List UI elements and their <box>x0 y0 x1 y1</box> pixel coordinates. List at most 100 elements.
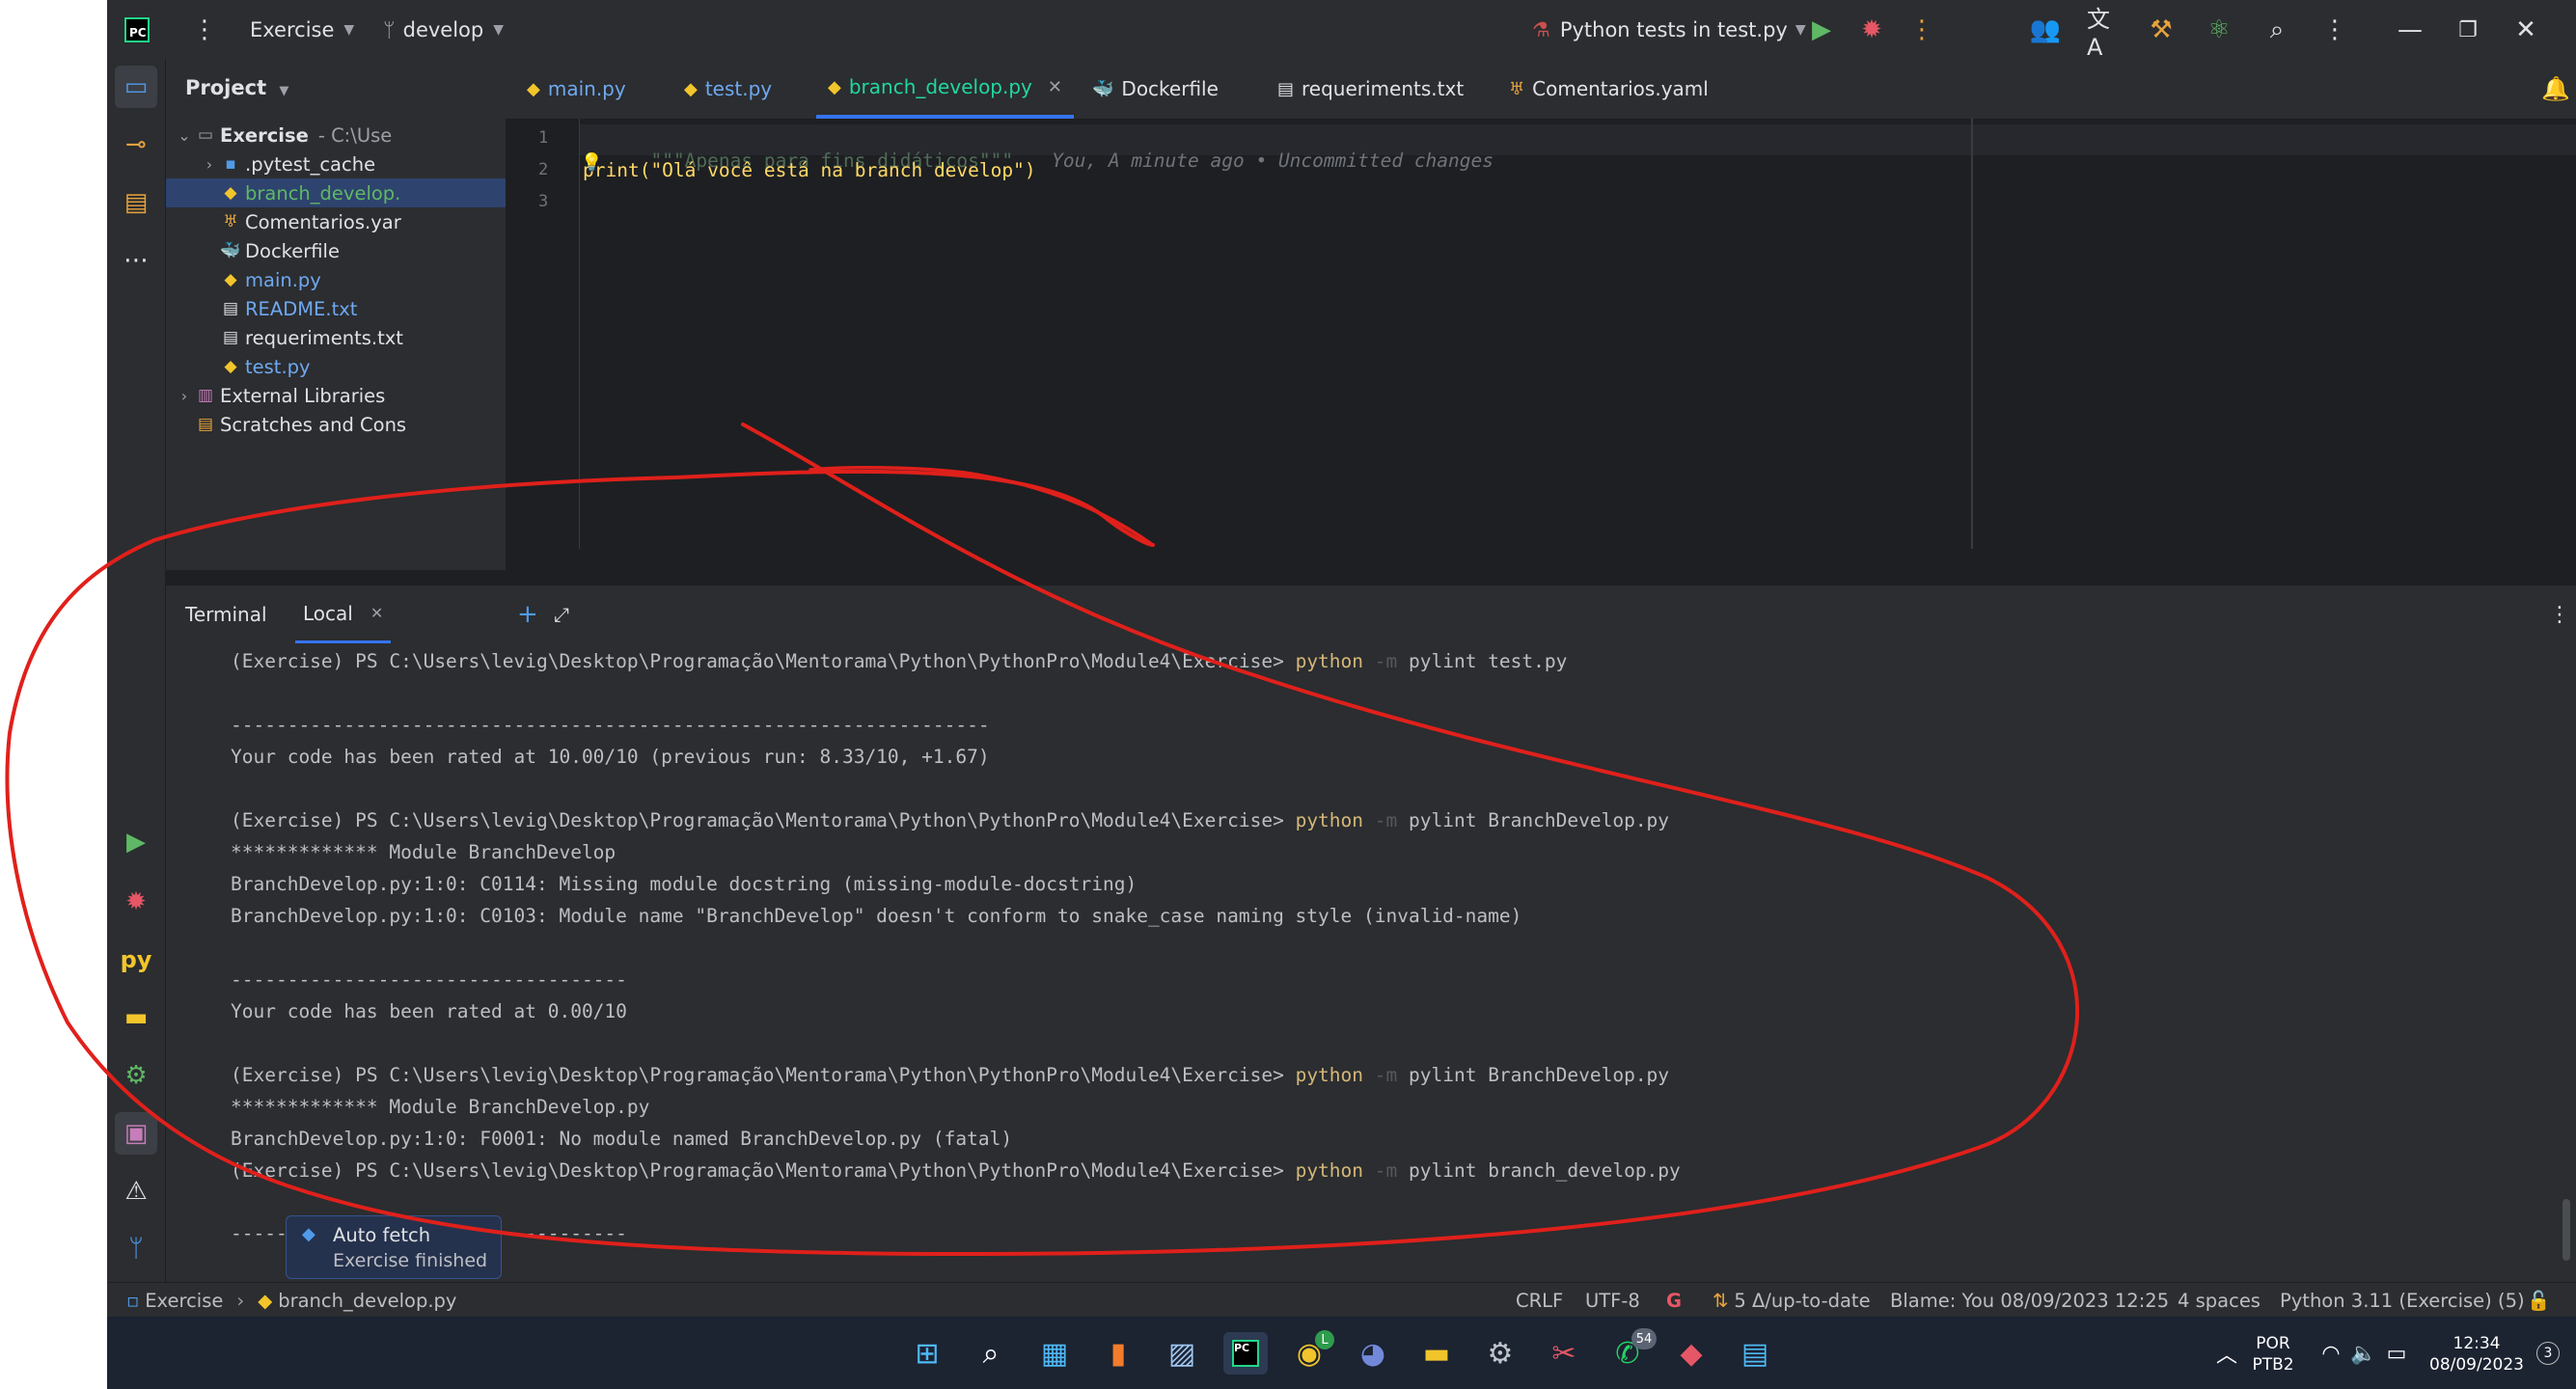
tree-item-dockerfile[interactable]: 🐳 Dockerfile <box>166 236 506 265</box>
terminal-tab-local[interactable]: Local ✕ <box>295 586 392 643</box>
battery-icon[interactable]: ▭ <box>2374 1332 2419 1375</box>
tree-item-scratches[interactable]: ▤ Scratches and Cons <box>166 410 506 439</box>
build-tools-icon[interactable]: ⚒ <box>2145 14 2178 46</box>
python-packages-icon[interactable]: ▬ <box>115 996 157 1039</box>
translate-icon[interactable]: 文A <box>2087 6 2120 61</box>
prompt: (Exercise) PS C:\Users\levig\Desktop\Pro… <box>231 650 1284 672</box>
clock-time: 12:34 <box>2453 1334 2501 1353</box>
file-explorer-icon[interactable]: ▬ <box>1414 1332 1459 1375</box>
branch-switcher[interactable]: ᛘ develop ▼ <box>383 0 504 59</box>
snipping-tool-icon[interactable]: ✂ <box>1542 1332 1586 1375</box>
store-icon[interactable]: ▦ <box>1032 1332 1077 1375</box>
project-panel: Project ▼ ⌄ ▭ Exercise - C:\Use › ▪ .pyt… <box>166 59 506 570</box>
debug-tool-icon[interactable]: ✹ <box>115 881 157 923</box>
main-menu-icon[interactable]: ⋮ <box>192 0 217 59</box>
git-client-icon[interactable]: ◆ <box>1669 1332 1713 1375</box>
chevron-right-icon: › <box>236 1289 245 1312</box>
terminal-tool-icon[interactable]: ▣ <box>115 1112 157 1155</box>
text-file-icon: ▤ <box>1277 78 1295 99</box>
terminal-line: (Exercise) PS C:\Users\levig\Desktop\Pro… <box>231 650 1567 672</box>
project-panel-header[interactable]: Project ▼ <box>185 76 288 99</box>
python-console-icon[interactable]: py <box>115 939 157 981</box>
discord-icon[interactable]: ◕ <box>1351 1332 1395 1375</box>
close-tab-icon[interactable]: ✕ <box>370 604 383 622</box>
run-config-selector[interactable]: ⚗ Python tests in test.py ▼ <box>1532 0 1806 59</box>
windows-start-icon[interactable]: ⊞ <box>905 1332 949 1375</box>
breadcrumb[interactable]: ▫ Exercise › ◆ branch_develop.py <box>126 1283 456 1318</box>
minimize-icon[interactable]: — <box>2394 14 2426 46</box>
python-file-icon: ◆ <box>828 76 841 97</box>
tree-item-readme[interactable]: ▤ README.txt <box>166 294 506 323</box>
tree-item-exercise[interactable]: ⌄ ▭ Exercise - C:\Use <box>166 121 506 150</box>
pycharm-logo-icon: PC <box>124 17 150 42</box>
auto-fetch-notification[interactable]: ◆ Auto fetch Exercise finished <box>286 1215 502 1279</box>
chevron-down-icon: ▼ <box>493 21 505 38</box>
structure-tool-icon[interactable]: ▤ <box>115 181 157 224</box>
services-icon[interactable]: ⚙ <box>115 1054 157 1097</box>
search-icon[interactable]: ⌕ <box>2261 14 2293 46</box>
google-icon[interactable]: G <box>1666 1283 1682 1318</box>
terminal-line: BranchDevelop.py:1:0: C0114: Missing mod… <box>231 873 1137 895</box>
run-config-name: Python tests in test.py <box>1559 17 1788 41</box>
terminal-scrollbar[interactable] <box>2562 1199 2570 1261</box>
tree-item-comentarios[interactable]: ♅ Comentarios.yar <box>166 207 506 236</box>
vcs-widget[interactable]: ⇅ 5 Δ/up-to-date <box>1713 1283 1871 1318</box>
tree-item-branch-develop[interactable]: ◆ branch_develop. <box>166 178 506 207</box>
encoding-widget[interactable]: UTF-8 <box>1585 1283 1640 1318</box>
notifications-bell-icon[interactable]: 🔔 <box>2538 68 2573 110</box>
more-actions-icon[interactable]: ⋮ <box>1905 14 1938 46</box>
tab-requeriments[interactable]: ▤ requeriments.txt <box>1277 59 1464 119</box>
notification-center-badge[interactable]: 3 <box>2536 1342 2560 1365</box>
tree-item-external-libraries[interactable]: › ▥ External Libraries <box>166 381 506 410</box>
more-tools-icon[interactable]: ⋯ <box>115 239 157 282</box>
lock-icon[interactable]: 🔓 <box>2527 1283 2550 1318</box>
problems-tool-icon[interactable]: ⚠ <box>115 1170 157 1212</box>
branch-name: develop <box>402 17 484 41</box>
blame-widget[interactable]: Blame: You 08/09/2023 12:25 <box>1890 1283 2169 1318</box>
terminal-output[interactable]: (Exercise) PS C:\Users\levig\Desktop\Pro… <box>166 643 2576 1282</box>
clock[interactable]: 12:34 08/09/2023 <box>2419 1333 2535 1375</box>
indent-widget[interactable]: 4 spaces <box>2178 1283 2261 1318</box>
ai-assistant-icon[interactable]: ⚛ <box>2203 14 2235 46</box>
add-terminal-icon[interactable]: + <box>517 586 538 643</box>
code-with-me-icon[interactable]: 👥 <box>2029 14 2062 46</box>
tree-item-requeriments[interactable]: ▤ requeriments.txt <box>166 323 506 352</box>
git-tool-icon[interactable]: ᛘ <box>115 1228 157 1270</box>
tree-item-pytest-cache[interactable]: › ▪ .pytest_cache <box>166 150 506 178</box>
keyboard-layout[interactable]: POR PTB2 <box>2239 1333 2307 1375</box>
search-icon[interactable]: ⌕ <box>969 1332 1013 1375</box>
tab-dockerfile[interactable]: 🐳 Dockerfile <box>1092 59 1219 119</box>
tab-main-py[interactable]: ◆ main.py <box>527 59 626 119</box>
editor-tab-bar: ◆ main.py ◆ test.py ◆ branch_develop.py … <box>506 59 2576 120</box>
line-separator-widget[interactable]: CRLF <box>1516 1283 1563 1318</box>
tab-branch-develop-py[interactable]: ◆ branch_develop.py ✕ <box>816 59 1074 119</box>
debug-icon[interactable]: ✹ <box>1855 14 1888 46</box>
intention-bulb-icon[interactable]: 💡 <box>581 152 602 173</box>
tree-item-test-py[interactable]: ◆ test.py <box>166 352 506 381</box>
run-tool-icon[interactable]: ▶ <box>115 821 157 863</box>
close-icon[interactable]: ✕ <box>2509 14 2542 46</box>
settings-update-icon[interactable]: ⋮ <box>2318 14 2351 46</box>
tab-comentarios-yaml[interactable]: ♅ Comentarios.yaml <box>1509 59 1709 119</box>
notepad-icon[interactable]: ▤ <box>1733 1332 1777 1375</box>
run-icon[interactable]: ▶ <box>1805 14 1838 46</box>
pycharm-taskbar-icon[interactable]: PC <box>1223 1332 1268 1375</box>
python-file-icon: ◆ <box>684 78 698 99</box>
photos-icon[interactable]: ▨ <box>1160 1332 1204 1375</box>
close-tab-icon[interactable]: ✕ <box>1048 77 1062 97</box>
commit-tool-icon[interactable]: ⊸ <box>115 123 157 166</box>
project-tool-icon[interactable]: ▭ <box>115 66 157 108</box>
tree-item-main-py[interactable]: ◆ main.py <box>166 265 506 294</box>
expand-terminal-icon[interactable]: ⤢ <box>554 586 569 643</box>
tab-test-py[interactable]: ◆ test.py <box>684 59 772 119</box>
code-editor[interactable]: 1 2 3 """Apenas para fins didáticos""" Yo… <box>506 119 2576 549</box>
restore-icon[interactable]: ❐ <box>2452 14 2484 46</box>
interpreter-widget[interactable]: Python 3.11 (Exercise) (5) <box>2280 1283 2525 1318</box>
project-switcher[interactable]: Exercise ▼ <box>250 0 354 59</box>
office-icon[interactable]: ▮ <box>1096 1332 1140 1375</box>
pycharm-logo-icon: PC <box>1232 1340 1259 1367</box>
tab-label: branch_develop.py <box>848 75 1032 98</box>
settings-icon[interactable]: ⚙ <box>1478 1332 1522 1375</box>
breadcrumb-root: Exercise <box>145 1289 224 1312</box>
terminal-options-icon[interactable]: ⋮ <box>2549 586 2570 643</box>
